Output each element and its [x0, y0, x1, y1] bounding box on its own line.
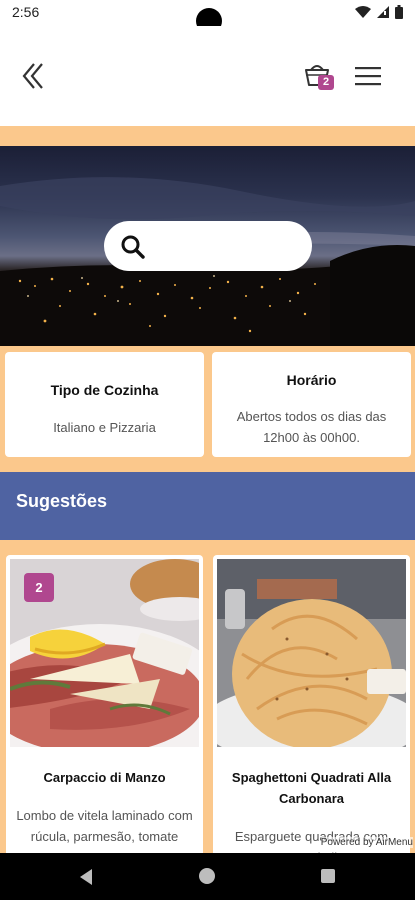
- hours-card: Horário Abertos todos os dias das 12h00 …: [212, 352, 411, 457]
- battery-icon: [395, 5, 403, 19]
- wifi-icon: [355, 6, 371, 18]
- product-image: [217, 559, 406, 747]
- back-button[interactable]: [18, 60, 50, 92]
- search-icon: [121, 235, 145, 259]
- cuisine-title: Tipo de Cozinha: [50, 382, 159, 398]
- cuisine-value: Italiano e Pizzaria: [53, 420, 156, 435]
- carbonara-illustration: [217, 559, 406, 747]
- cart-count-badge: 2: [318, 75, 334, 90]
- product-image: 2: [10, 559, 199, 747]
- cuisine-card: Tipo de Cozinha Italiano e Pizzaria: [5, 352, 204, 457]
- product-card[interactable]: Spaghettoni Quadrati Alla Carbonara Espa…: [213, 555, 410, 853]
- nav-home-icon[interactable]: [199, 868, 215, 884]
- product-name: Spaghettoni Quadrati Alla Carbonara: [231, 770, 392, 806]
- suggestions-title: Sugestões: [16, 491, 108, 511]
- product-description: Lombo de vitela laminado com rúcula, par…: [16, 808, 193, 844]
- hours-value: Abertos todos os dias das 12h00 às 00h00…: [236, 409, 387, 445]
- status-time: 2:56: [12, 4, 40, 20]
- header-accent-band: [0, 126, 415, 146]
- app-header: 2: [0, 26, 415, 126]
- hamburger-menu-icon: [355, 67, 381, 86]
- suggestions-header: Sugestões: [0, 472, 415, 540]
- product-card[interactable]: 2 Carpaccio di Manzo Lombo de vitela lam…: [6, 555, 203, 853]
- hours-title: Horário: [286, 372, 337, 388]
- menu-button[interactable]: [353, 64, 383, 88]
- search-input[interactable]: [154, 231, 299, 261]
- system-icons: [355, 5, 403, 19]
- double-chevron-left-icon: [22, 63, 43, 89]
- signal-icon: [377, 6, 389, 18]
- status-bar: 2:56: [0, 0, 415, 34]
- product-name: Carpaccio di Manzo: [43, 770, 166, 785]
- search-bar[interactable]: [104, 221, 312, 271]
- cart-button[interactable]: 2: [303, 60, 337, 94]
- powered-by-label: Powered by AirMenu: [320, 837, 413, 848]
- hero-image: [0, 146, 415, 346]
- suggestions-list: 2 Carpaccio di Manzo Lombo de vitela lam…: [0, 540, 415, 853]
- system-nav-bar: [0, 853, 415, 900]
- nav-recents-icon[interactable]: [321, 869, 335, 883]
- quantity-badge: 2: [24, 573, 54, 602]
- nav-back-icon[interactable]: [78, 868, 94, 886]
- info-section: Tipo de Cozinha Italiano e Pizzaria Horá…: [0, 346, 415, 472]
